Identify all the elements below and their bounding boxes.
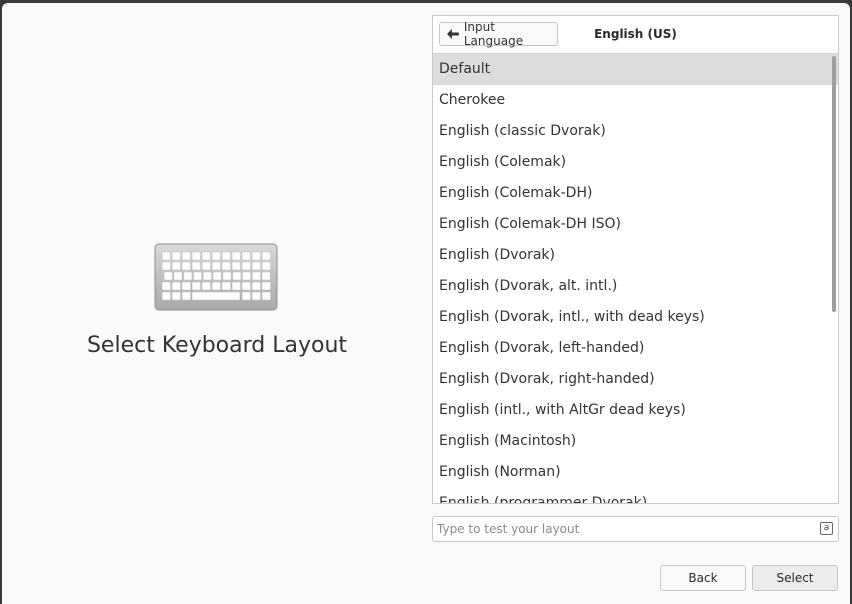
test-layout-input[interactable] bbox=[437, 517, 807, 541]
layout-item[interactable]: English (Macintosh) bbox=[433, 426, 838, 457]
input-language-button[interactable]: Input Language bbox=[439, 20, 558, 48]
arrow-left-icon bbox=[447, 29, 459, 39]
input-language-label: Input Language bbox=[463, 20, 524, 48]
language-title: English (US) bbox=[594, 27, 677, 41]
layout-item[interactable]: Default bbox=[433, 54, 838, 85]
layout-item[interactable]: English (programmer Dvorak) bbox=[433, 488, 838, 503]
scrollbar[interactable] bbox=[832, 56, 836, 312]
layout-item[interactable]: English (Colemak-DH ISO) bbox=[433, 209, 838, 240]
layout-item[interactable]: English (Colemak-DH) bbox=[433, 178, 838, 209]
layout-item[interactable]: English (Dvorak, left-handed) bbox=[433, 333, 838, 364]
layout-panel: Input Language English (US) Default Chero… bbox=[432, 15, 839, 504]
layout-list[interactable]: Default Cherokee English (classic Dvorak) E… bbox=[433, 54, 838, 503]
layout-item[interactable]: English (Colemak) bbox=[433, 147, 838, 178]
page-title: Select Keyboard Layout bbox=[86, 333, 348, 358]
layout-item[interactable]: English (classic Dvorak) bbox=[433, 116, 838, 147]
back-button[interactable]: Back bbox=[660, 565, 746, 591]
layout-item[interactable]: English (Dvorak) bbox=[433, 240, 838, 271]
layout-item[interactable]: Cherokee bbox=[433, 85, 838, 116]
panel-header: Input Language English (US) bbox=[433, 16, 838, 54]
keyboard-icon bbox=[154, 243, 278, 311]
select-button[interactable]: Select bbox=[752, 565, 838, 591]
layout-item[interactable]: English (Dvorak, intl., with dead keys) bbox=[433, 302, 838, 333]
layout-item[interactable]: English (Dvorak, alt. intl.) bbox=[433, 271, 838, 302]
test-layout-field[interactable]: a bbox=[432, 516, 839, 542]
keyboard-small-icon: a bbox=[820, 522, 833, 535]
layout-item[interactable]: English (Norman) bbox=[433, 457, 838, 488]
layout-item[interactable]: English (Dvorak, right-handed) bbox=[433, 364, 838, 395]
window: Select Keyboard Layout Input Language En… bbox=[2, 3, 850, 604]
left-pane: Select Keyboard Layout bbox=[2, 3, 432, 604]
layout-item[interactable]: English (intl., with AltGr dead keys) bbox=[433, 395, 838, 426]
